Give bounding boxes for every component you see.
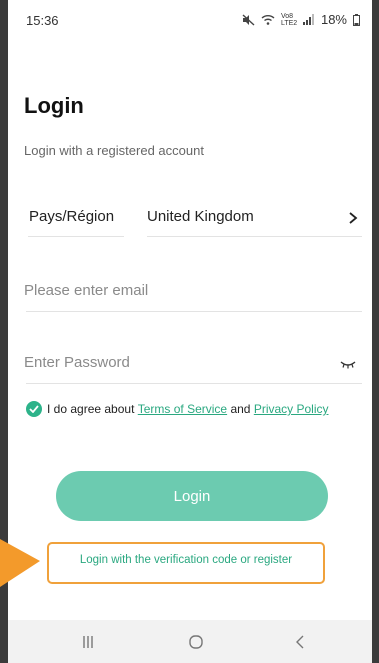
region-value[interactable]: United Kingdom — [147, 208, 254, 225]
recents-icon[interactable] — [58, 620, 118, 663]
email-underline — [26, 311, 362, 312]
password-input[interactable] — [24, 354, 324, 371]
status-bar: 15:36 Vo8 LTE2 18% — [8, 0, 372, 40]
back-icon[interactable] — [270, 620, 330, 663]
privacy-policy-link[interactable]: Privacy Policy — [254, 402, 329, 416]
status-icons: Vo8 LTE2 18% — [242, 12, 360, 27]
password-field[interactable] — [24, 348, 362, 384]
mute-icon — [242, 13, 255, 26]
terms-of-service-link[interactable]: Terms of Service — [138, 402, 227, 416]
signal-icon — [302, 14, 314, 25]
terms-agreement: I do agree about Terms of Service and Pr… — [26, 401, 329, 417]
status-time: 15:36 — [26, 13, 59, 28]
verification-code-link[interactable]: Login with the verification code or regi… — [49, 554, 323, 566]
region-label-underline — [28, 236, 124, 237]
page-subtitle: Login with a registered account — [24, 143, 204, 158]
agree-prefix: I do agree about — [47, 402, 138, 416]
pointer-arrow-icon — [0, 539, 40, 587]
login-button[interactable]: Login — [56, 471, 328, 521]
battery-text: 18% — [320, 12, 347, 27]
email-input[interactable] — [24, 282, 324, 299]
password-underline — [26, 383, 362, 384]
eye-closed-icon[interactable] — [340, 360, 356, 370]
home-icon[interactable] — [166, 620, 226, 663]
region-value-underline — [147, 236, 362, 237]
network-label: Vo8 LTE2 — [280, 12, 298, 27]
battery-icon — [353, 13, 360, 26]
system-nav-bar — [8, 620, 372, 663]
email-field[interactable] — [24, 276, 362, 312]
region-label: Pays/Région — [29, 208, 115, 225]
chevron-right-icon[interactable] — [347, 211, 359, 225]
agree-and: and — [227, 402, 254, 416]
verification-code-highlight[interactable]: Login with the verification code or regi… — [47, 542, 325, 584]
check-circle-icon[interactable] — [26, 401, 42, 417]
region-selector[interactable]: Pays/Région United Kingdom — [24, 196, 364, 238]
device-frame-right — [372, 0, 379, 663]
wifi-icon — [261, 15, 275, 25]
page-title: Login — [24, 93, 84, 118]
